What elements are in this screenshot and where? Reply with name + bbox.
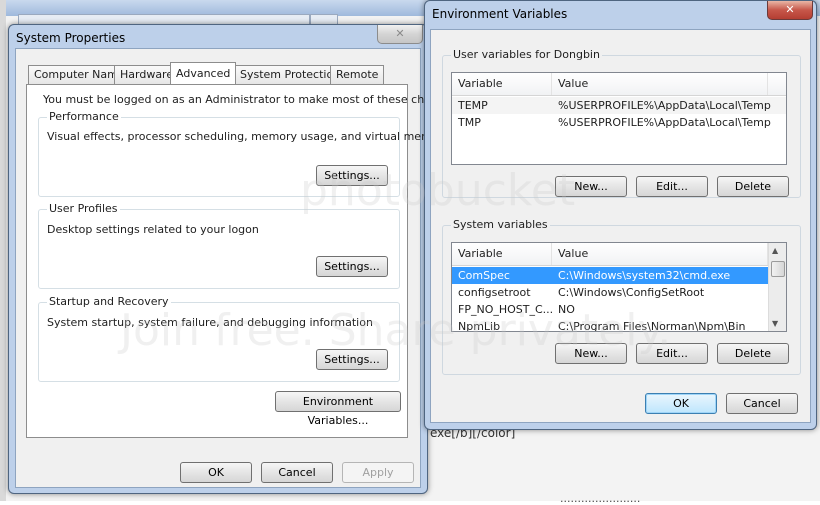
user-new-button[interactable]: New... [555, 176, 627, 197]
variable-value: C:\Windows\system32\cmd.exe [558, 269, 731, 282]
list-item[interactable]: NpmLib C:\Program Files\Norman\Npm\Bin [452, 318, 768, 332]
cancel-button[interactable]: Cancel [261, 462, 333, 483]
column-header-variable[interactable]: Variable [452, 73, 552, 95]
close-button[interactable]: ✕ [377, 25, 423, 44]
background-footer-text: ....................... [560, 492, 641, 505]
ok-button[interactable]: OK [645, 393, 717, 414]
tab-strip: Computer Name Hardware Advanced System P… [24, 62, 414, 85]
environment-variables-window: Environment Variables ✕ User variables f… [424, 0, 817, 430]
dialog-body: User variables for Dongbin Variable Valu… [430, 29, 811, 423]
performance-description: Visual effects, processor scheduling, me… [47, 130, 450, 143]
scroll-up-icon[interactable]: ▲ [772, 246, 778, 255]
performance-legend: Performance [47, 110, 121, 123]
list-header: Variable Value [452, 243, 786, 266]
column-header-variable[interactable]: Variable [452, 243, 552, 265]
variable-name: TMP [458, 116, 481, 129]
system-new-button[interactable]: New... [555, 343, 627, 364]
window-title: Environment Variables [432, 7, 568, 21]
system-properties-window: System Properties ✕ Computer Name Hardwa… [8, 24, 461, 494]
ok-button[interactable]: OK [180, 462, 252, 483]
list-item[interactable]: TMP %USERPROFILE%\AppData\Local\Temp [452, 114, 786, 131]
list-item[interactable]: configsetroot C:\Windows\ConfigSetRoot [452, 284, 768, 301]
startup-recovery-settings-button[interactable]: Settings... [316, 349, 388, 370]
system-variables-list[interactable]: Variable Value ComSpec C:\Windows\system… [451, 242, 787, 332]
list-header: Variable Value [452, 73, 786, 96]
system-edit-button[interactable]: Edit... [636, 343, 708, 364]
startup-recovery-description: System startup, system failure, and debu… [47, 316, 373, 329]
user-profiles-legend: User Profiles [47, 202, 120, 215]
user-delete-button[interactable]: Delete [717, 176, 789, 197]
user-profiles-settings-button[interactable]: Settings... [316, 256, 388, 277]
column-header-value[interactable]: Value [552, 73, 768, 95]
startup-recovery-legend: Startup and Recovery [47, 295, 171, 308]
performance-group: Performance Visual effects, processor sc… [38, 110, 450, 197]
system-variables-legend: System variables [451, 218, 550, 231]
close-button[interactable]: ✕ [767, 1, 813, 20]
cancel-button[interactable]: Cancel [726, 393, 798, 414]
column-header-value[interactable]: Value [552, 243, 768, 265]
user-variables-group: User variables for Dongbin Variable Valu… [442, 48, 801, 198]
window-title: System Properties [16, 31, 126, 45]
variable-name: NpmLib [458, 320, 501, 332]
background-left-strip [0, 0, 6, 501]
system-delete-button[interactable]: Delete [717, 343, 789, 364]
variable-value: C:\Program Files\Norman\Npm\Bin [558, 320, 746, 332]
variable-name: TEMP [458, 99, 488, 112]
admin-notice: You must be logged on as an Administrato… [43, 93, 461, 106]
scroll-down-icon[interactable]: ▼ [772, 319, 778, 328]
variable-value: %USERPROFILE%\AppData\Local\Temp [558, 116, 771, 129]
list-item[interactable]: ComSpec C:\Windows\system32\cmd.exe [452, 267, 768, 284]
variable-value: NO [558, 303, 575, 316]
user-edit-button[interactable]: Edit... [636, 176, 708, 197]
vertical-scrollbar[interactable]: ▲ ▼ [768, 243, 786, 331]
user-variables-legend: User variables for Dongbin [451, 48, 602, 61]
scrollbar-thumb[interactable] [771, 261, 785, 277]
variable-name: configsetroot [458, 286, 531, 299]
advanced-tab-panel: You must be logged on as an Administrato… [26, 84, 461, 438]
variable-name: FP_NO_HOST_C... [458, 303, 552, 316]
user-variables-list[interactable]: Variable Value TEMP %USERPROFILE%\AppDat… [451, 72, 787, 165]
dialog-body: Computer Name Hardware Advanced System P… [15, 48, 461, 488]
user-profiles-description: Desktop settings related to your logon [47, 223, 259, 236]
variable-name: ComSpec [458, 269, 510, 282]
close-icon: ✕ [785, 3, 795, 16]
environment-variables-button[interactable]: Environment Variables... [275, 391, 401, 427]
performance-settings-button[interactable]: Settings... [316, 165, 388, 186]
variable-value: %USERPROFILE%\AppData\Local\Temp [558, 99, 771, 112]
list-item[interactable]: TEMP %USERPROFILE%\AppData\Local\Temp [452, 97, 786, 114]
list-item[interactable]: FP_NO_HOST_C... NO [452, 301, 768, 318]
tab-remote[interactable]: Remote [330, 65, 385, 84]
startup-recovery-group: Startup and Recovery System startup, sys… [38, 295, 400, 382]
user-profiles-group: User Profiles Desktop settings related t… [38, 202, 400, 289]
variable-value: C:\Windows\ConfigSetRoot [558, 286, 705, 299]
tab-advanced[interactable]: Advanced [170, 62, 237, 84]
system-variables-group: System variables Variable Value ComSpec … [442, 218, 801, 375]
apply-button[interactable]: Apply [342, 462, 414, 483]
close-icon: ✕ [395, 27, 405, 40]
